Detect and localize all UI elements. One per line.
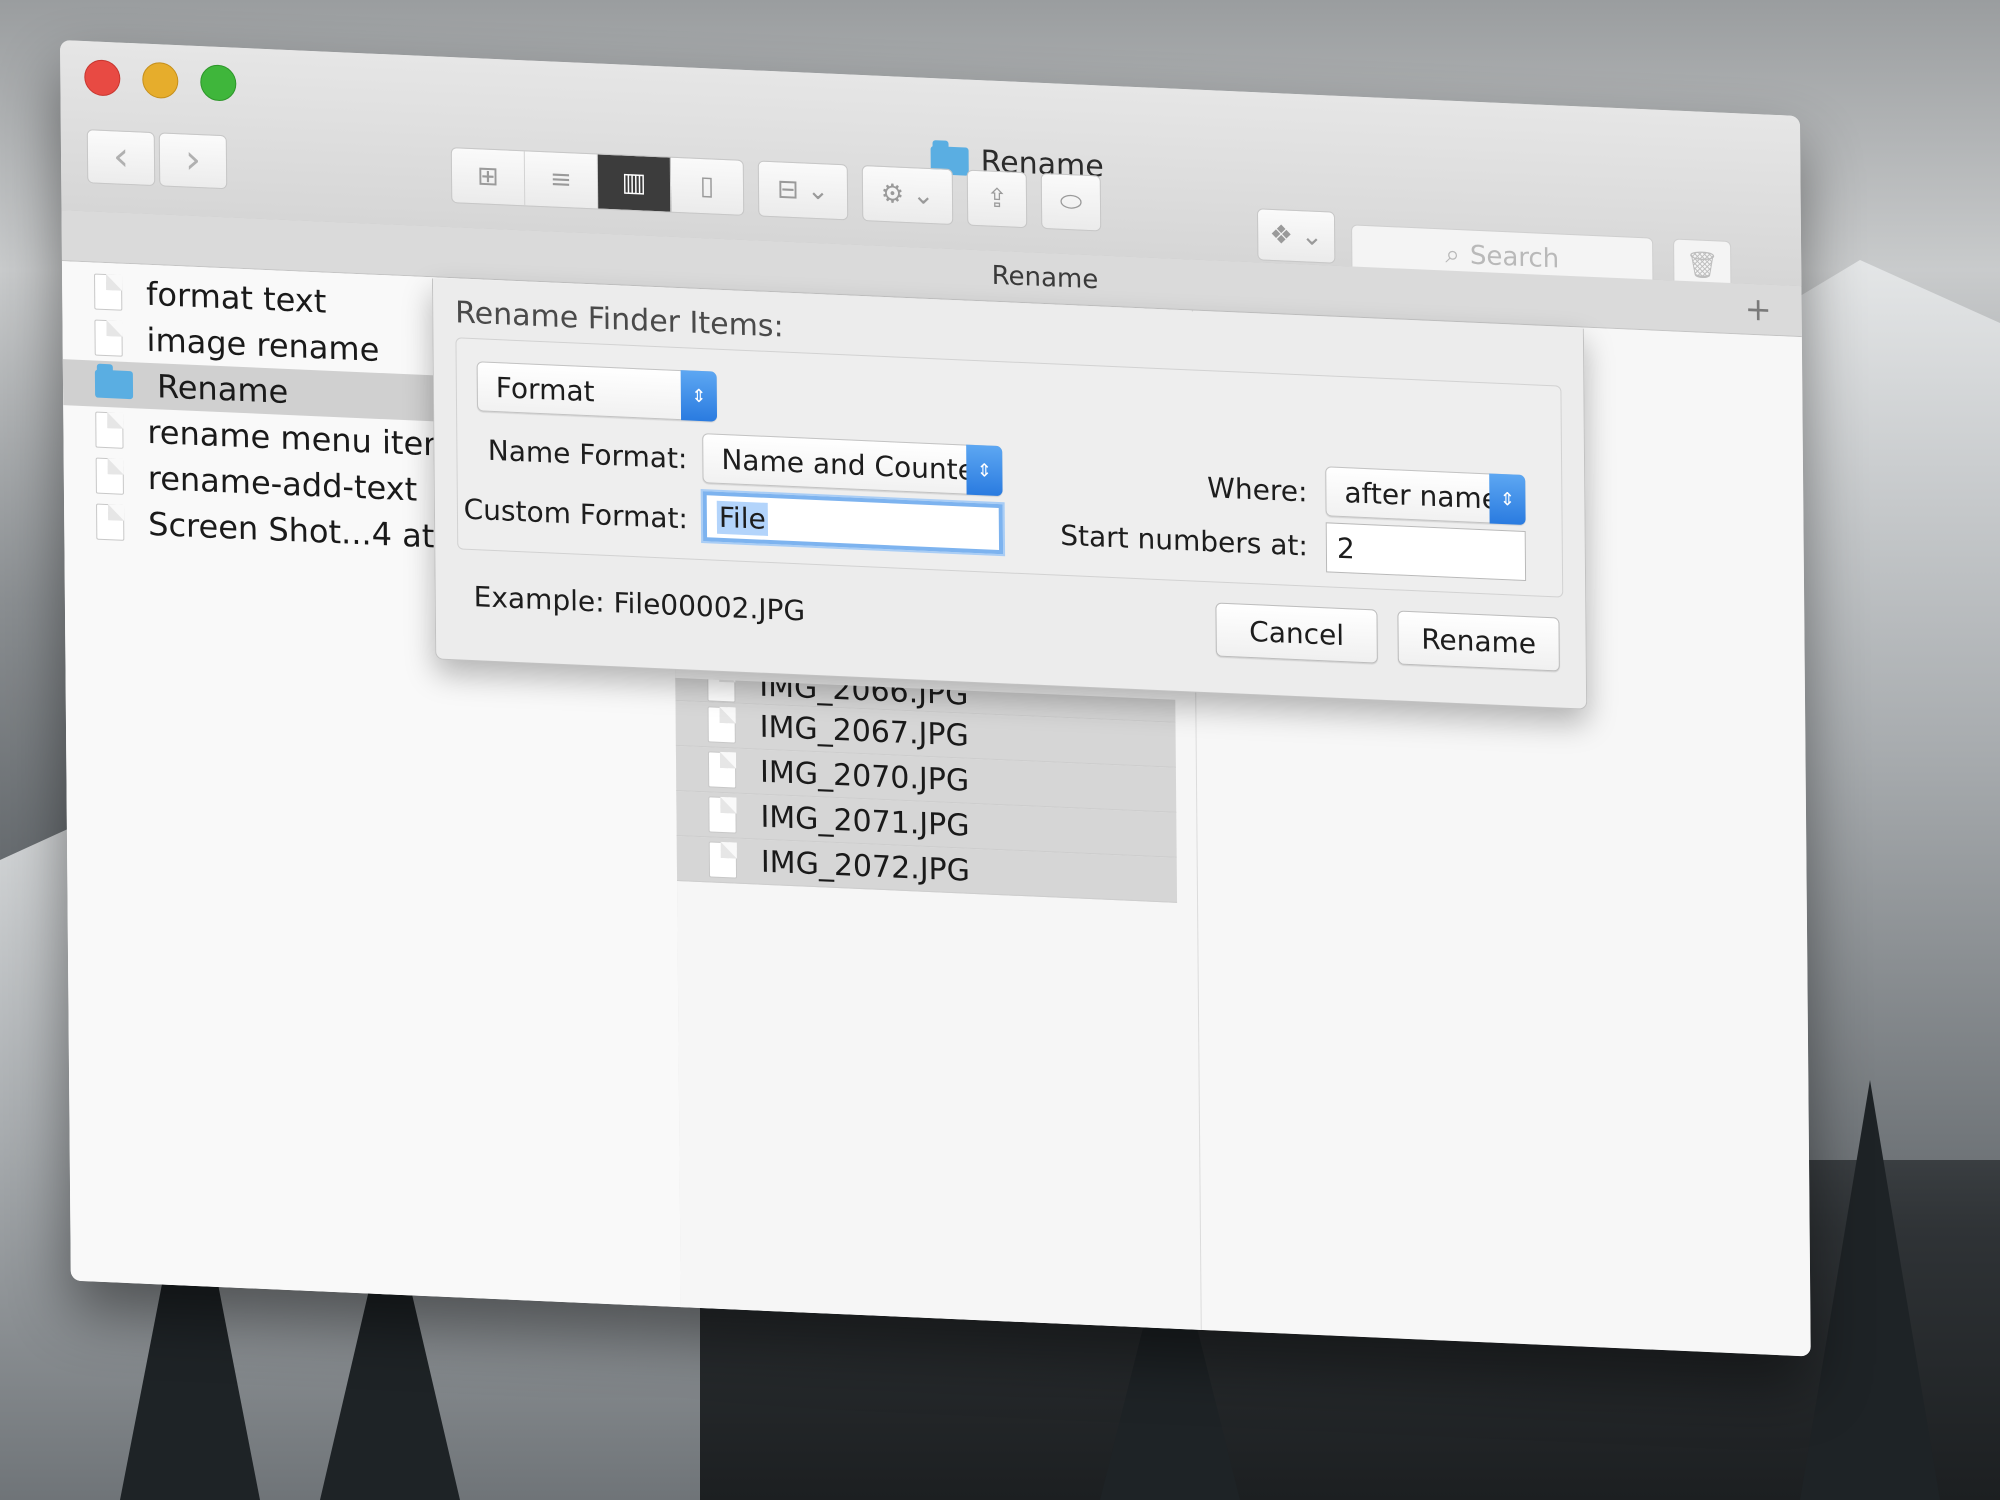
tab-rename[interactable]: Rename — [992, 261, 1099, 296]
start-numbers-input[interactable]: 2 — [1325, 522, 1527, 582]
document-icon — [707, 751, 737, 789]
rename-sheet: Rename Finder Items: Format ⇕ Name Forma… — [431, 278, 1588, 710]
document-icon — [94, 273, 123, 311]
rename-button[interactable]: Rename — [1397, 610, 1560, 672]
document-icon — [707, 677, 736, 703]
dropbox-button[interactable]: ❖ ⌄ — [1256, 208, 1336, 264]
file-name: IMG_2072.JPG — [760, 844, 971, 889]
folder-file-list: IMG_2066.JPG IMG_2067.JPG IMG_2070.JPG IMG_… — [675, 677, 1178, 903]
document-icon — [708, 841, 738, 879]
file-name: IMG_2070.JPG — [759, 754, 970, 799]
cancel-button[interactable]: Cancel — [1215, 602, 1378, 664]
name-format-popup[interactable]: Name and Counter ⇕ — [702, 433, 1003, 497]
action-button[interactable]: ⚙ ⌄ — [861, 165, 954, 226]
document-icon — [95, 411, 124, 449]
rename-mode-value: Format — [495, 370, 595, 408]
file-name: Screen Shot...4 at — [148, 504, 435, 556]
view-mode-control: ⊞ ≡ ▥ ▯ — [450, 147, 745, 216]
file-name: IMG_2071.JPG — [760, 799, 970, 844]
example-text: Example: File00002.JPG — [473, 580, 806, 628]
share-button[interactable]: ⇪ — [966, 169, 1028, 229]
popup-stepper-icon: ⇕ — [680, 370, 718, 422]
list-view-button[interactable]: ≡ — [524, 151, 599, 209]
zoom-button[interactable] — [200, 64, 237, 102]
share-icon: ⇪ — [986, 183, 1009, 215]
gear-icon: ⚙ ⌄ — [880, 178, 935, 212]
folder-icon — [94, 369, 134, 400]
document-icon — [94, 319, 123, 357]
chevron-left-icon: ‹ — [112, 133, 130, 181]
column-view-button[interactable]: ▥ — [597, 154, 672, 212]
icon-view-button[interactable]: ⊞ — [451, 148, 526, 206]
coverflow-icon: ▯ — [699, 170, 715, 202]
forward-button[interactable]: › — [158, 132, 228, 190]
tags-button[interactable]: ⬭ — [1040, 172, 1102, 232]
name-format-value: Name and Counter — [721, 442, 987, 487]
file-name: image rename — [146, 320, 380, 369]
file-name: rename-add-text — [147, 458, 418, 509]
search-placeholder: Search — [1469, 240, 1560, 275]
rename-mode-popup[interactable]: Format ⇕ — [476, 361, 718, 422]
tag-icon: ⬭ — [1059, 186, 1083, 218]
document-icon — [95, 457, 124, 495]
popup-stepper-icon: ⇕ — [966, 444, 1003, 497]
coverflow-view-button[interactable]: ▯ — [671, 158, 743, 215]
finder-window: ‹ › Rename ⊞ ≡ ▥ ▯ ⊟ ⌄ ⚙ ⌄ ⇪ ⬭ ❖ ⌄ ⌕ Sea… — [60, 40, 1811, 1357]
where-value: after name — [1344, 475, 1500, 516]
custom-format-value: File — [716, 500, 768, 536]
minimize-button[interactable] — [142, 61, 179, 100]
rename-options-box: Format ⇕ Name Format: Name and Counter ⇕… — [455, 337, 1564, 598]
list-icon: ≡ — [549, 164, 573, 196]
close-button[interactable] — [84, 59, 121, 97]
start-numbers-value: 2 — [1336, 531, 1355, 566]
columns-icon: ▥ — [621, 167, 647, 199]
name-format-label: Name Format: — [487, 433, 688, 476]
where-popup[interactable]: after name ⇕ — [1325, 466, 1526, 526]
arrange-button[interactable]: ⊟ ⌄ — [757, 160, 849, 221]
custom-format-label: Custom Format: — [463, 492, 689, 536]
arrange-icon: ⊟ ⌄ — [776, 174, 829, 207]
sheet-title: Rename Finder Items: — [455, 295, 784, 345]
chevron-right-icon: › — [184, 136, 202, 184]
where-label: Where: — [1207, 471, 1308, 509]
custom-format-input[interactable]: File — [702, 491, 1004, 555]
file-name: IMG_2067.JPG — [759, 709, 969, 754]
back-button[interactable]: ‹ — [86, 129, 156, 187]
popup-stepper-icon: ⇕ — [1489, 473, 1526, 526]
document-icon — [707, 706, 736, 744]
document-icon — [708, 796, 737, 834]
new-tab-button[interactable]: + — [1745, 290, 1772, 329]
file-name: Rename — [156, 367, 289, 411]
search-icon: ⌕ — [1445, 239, 1461, 270]
file-name: format text — [146, 274, 327, 321]
grid-icon: ⊞ — [476, 161, 500, 193]
document-icon — [96, 503, 125, 541]
start-numbers-label: Start numbers at: — [1060, 518, 1309, 563]
trash-icon: 🗑 — [1685, 250, 1719, 282]
dropbox-icon: ❖ ⌄ — [1269, 219, 1323, 253]
